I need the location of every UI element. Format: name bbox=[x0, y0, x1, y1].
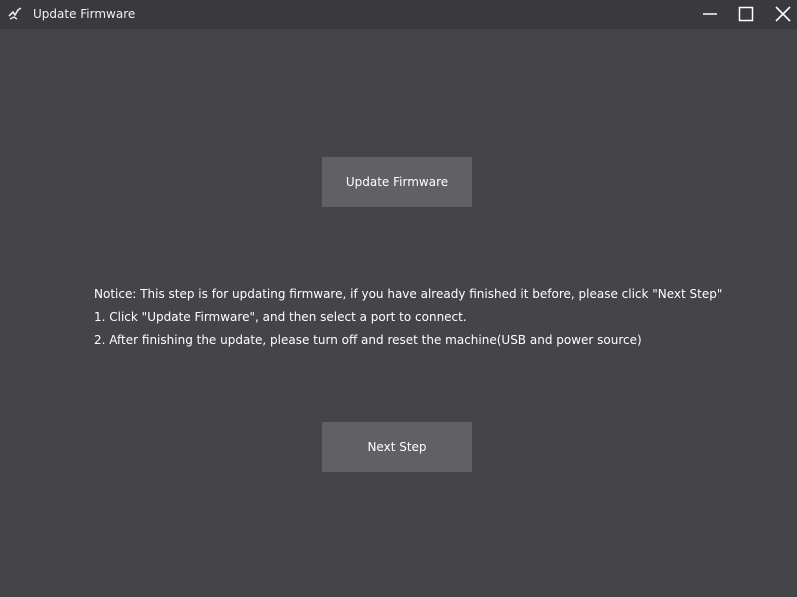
maximize-button[interactable] bbox=[735, 3, 757, 25]
notice-text: Notice: This step is for updating firmwa… bbox=[94, 283, 784, 352]
notice-line: 2. After finishing the update, please tu… bbox=[94, 333, 642, 347]
minimize-button[interactable] bbox=[699, 3, 721, 25]
minimize-icon bbox=[703, 13, 717, 15]
close-button[interactable] bbox=[772, 3, 794, 25]
title-bar[interactable]: Update Firmware bbox=[0, 0, 797, 29]
update-firmware-window: Update Firmware Update Firmware Notice: … bbox=[0, 0, 797, 597]
update-firmware-button[interactable]: Update Firmware bbox=[322, 157, 472, 207]
close-icon bbox=[775, 6, 791, 22]
maximize-icon bbox=[738, 6, 754, 22]
next-step-button[interactable]: Next Step bbox=[322, 422, 472, 472]
notice-line: 1. Click "Update Firmware", and then sel… bbox=[94, 310, 467, 324]
notice-line: Notice: This step is for updating firmwa… bbox=[94, 287, 723, 301]
window-title: Update Firmware bbox=[33, 7, 136, 21]
app-logo-icon bbox=[7, 6, 23, 22]
